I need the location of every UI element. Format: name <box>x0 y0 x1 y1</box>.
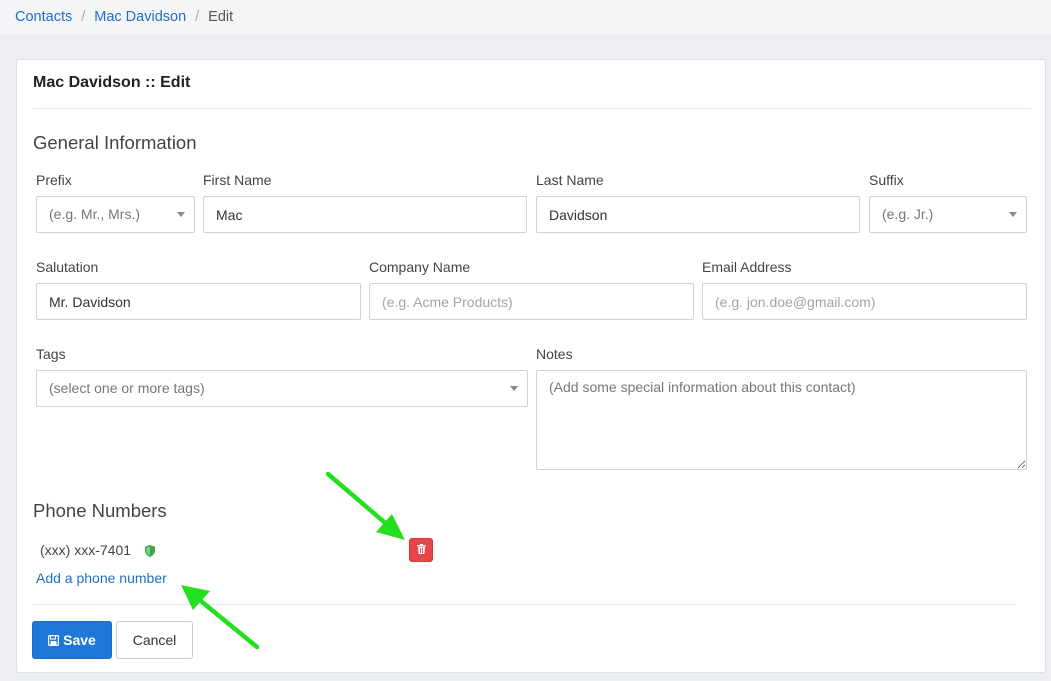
add-phone-number-link[interactable]: Add a phone number <box>36 570 167 586</box>
phone-numbers-heading: Phone Numbers <box>33 500 167 521</box>
prefix-select[interactable]: (e.g. Mr., Mrs.) <box>36 196 195 233</box>
last-name-label: Last Name <box>536 172 604 188</box>
salutation-label: Salutation <box>36 259 99 275</box>
prefix-placeholder: (e.g. Mr., Mrs.) <box>49 206 140 222</box>
suffix-placeholder: (e.g. Jr.) <box>882 206 934 222</box>
save-icon <box>48 623 60 659</box>
divider <box>33 108 1031 109</box>
caret-down-icon <box>1009 212 1017 217</box>
prefix-label: Prefix <box>36 172 72 188</box>
caret-down-icon <box>510 386 518 391</box>
cancel-button[interactable]: Cancel <box>116 621 193 659</box>
suffix-label: Suffix <box>869 172 904 188</box>
email-field[interactable] <box>702 283 1027 320</box>
company-name-field[interactable] <box>369 283 694 320</box>
save-label: Save <box>63 632 96 648</box>
breadcrumb-current: Edit <box>208 9 234 25</box>
phone-list-item: (xxx) xxx-7401 <box>40 542 155 560</box>
email-address-label: Email Address <box>702 259 792 275</box>
breadcrumb-contact-name[interactable]: Mac Davidson <box>94 9 186 25</box>
page-title: Mac Davidson :: Edit <box>33 74 191 91</box>
caret-down-icon <box>177 212 185 217</box>
notes-textarea[interactable] <box>536 370 1027 470</box>
tags-label: Tags <box>36 346 66 362</box>
shield-icon <box>144 544 155 560</box>
suffix-select[interactable]: (e.g. Jr.) <box>869 196 1027 233</box>
company-name-label: Company Name <box>369 259 471 275</box>
first-name-label: First Name <box>203 172 272 188</box>
breadcrumb-contacts[interactable]: Contacts <box>15 9 72 25</box>
trash-icon <box>416 541 426 559</box>
edit-contact-card: Mac Davidson :: Edit General Information… <box>16 59 1046 673</box>
notes-label: Notes <box>536 346 573 362</box>
first-name-field[interactable] <box>203 196 527 233</box>
phone-number: (xxx) xxx-7401 <box>40 542 132 558</box>
last-name-field[interactable] <box>536 196 860 233</box>
breadcrumb: Contacts / Mac Davidson / Edit <box>0 0 1051 35</box>
breadcrumb-separator: / <box>81 9 86 25</box>
breadcrumb-separator: / <box>195 9 200 25</box>
save-button[interactable]: Save <box>32 621 112 659</box>
tags-placeholder: (select one or more tags) <box>49 380 205 396</box>
tags-select[interactable]: (select one or more tags) <box>36 370 528 407</box>
divider <box>33 604 1016 605</box>
delete-phone-button[interactable] <box>409 538 433 562</box>
salutation-field[interactable] <box>36 283 361 320</box>
general-information-heading: General Information <box>33 132 197 153</box>
